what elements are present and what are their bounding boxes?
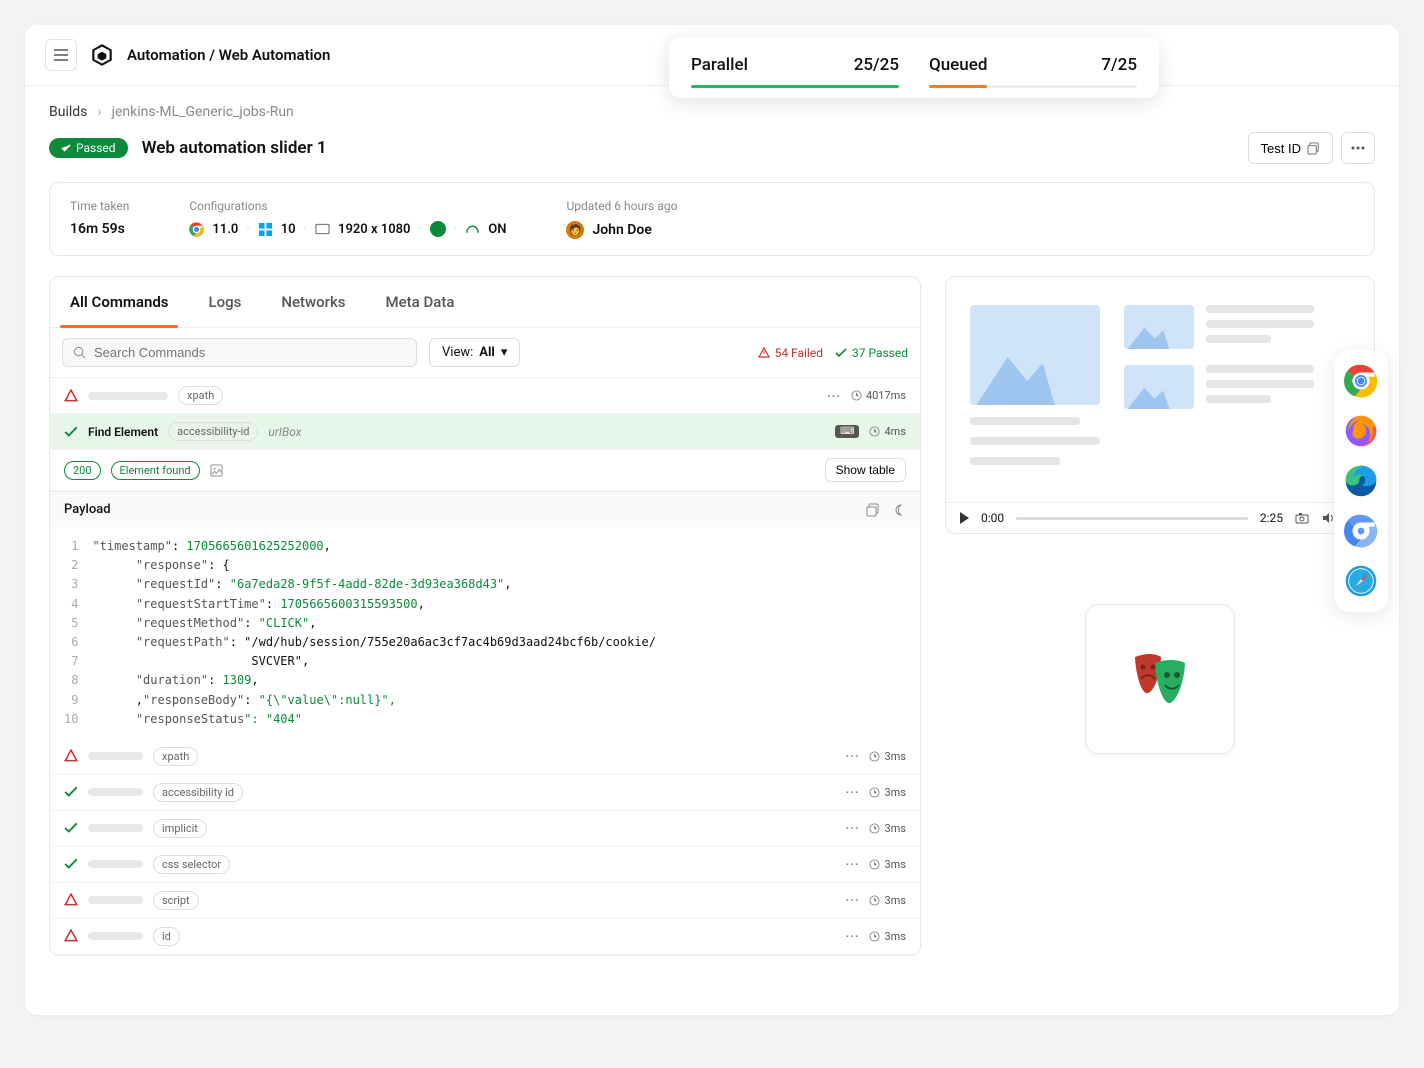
video-seek[interactable] — [1016, 517, 1248, 520]
tab-all-commands[interactable]: All Commands — [50, 277, 188, 327]
row-menu[interactable]: ··· — [846, 785, 860, 799]
breadcrumb: Builds › jenkins-ML_Generic_jobs-Run — [49, 104, 1375, 120]
check-icon — [64, 857, 78, 871]
warn-icon — [64, 893, 78, 907]
payload-code: 12345678910 "timestamp": 170566560162525… — [50, 527, 920, 739]
camera-icon[interactable] — [1295, 511, 1309, 525]
search-icon — [73, 346, 86, 359]
command-row[interactable]: Find Element accessibility-id urIBox ⌨ 4… — [50, 414, 920, 450]
row-menu[interactable]: ··· — [846, 821, 860, 835]
tab-logs[interactable]: Logs — [188, 277, 261, 327]
check-icon — [64, 785, 78, 799]
firefox-icon[interactable] — [1344, 414, 1378, 448]
warn-icon — [64, 389, 78, 403]
tunnel-icon — [465, 223, 480, 235]
browser-dock — [1334, 350, 1388, 612]
test-id-button[interactable]: Test ID — [1248, 132, 1333, 164]
passed-count: 37 Passed — [835, 346, 908, 360]
hamburger-menu[interactable] — [45, 39, 77, 71]
row-menu[interactable]: ··· — [846, 749, 860, 763]
status-badge: Passed — [49, 138, 128, 158]
tab-networks[interactable]: Networks — [261, 277, 365, 327]
command-row[interactable]: xpath ··· 4017ms — [50, 378, 920, 414]
safari-icon[interactable] — [1344, 564, 1378, 598]
check-icon — [61, 143, 71, 153]
command-row[interactable]: script···3ms — [50, 883, 920, 919]
theater-masks-icon — [1125, 649, 1195, 709]
more-button[interactable] — [1341, 132, 1375, 164]
page-title: Web automation slider 1 — [142, 138, 327, 158]
row-menu[interactable]: ··· — [846, 857, 860, 871]
avatar: 🧑 — [566, 221, 584, 239]
show-table-button[interactable]: Show table — [825, 458, 906, 482]
stat-queued: Queued7/25 — [929, 55, 1137, 88]
meta-panel: Time taken 16m 59s Configurations 11.0 ·… — [49, 182, 1375, 256]
status-dot-icon — [430, 221, 446, 237]
edge-icon[interactable] — [1344, 464, 1378, 498]
row-menu[interactable]: ··· — [846, 893, 860, 907]
keyboard-icon: ⌨ — [835, 425, 859, 438]
stat-parallel: Parallel25/25 — [691, 55, 899, 88]
row-menu[interactable]: ··· — [827, 389, 841, 403]
row-menu[interactable]: ··· — [846, 929, 860, 943]
clock-icon — [869, 895, 880, 906]
volume-icon[interactable] — [1321, 511, 1335, 525]
chromium-icon[interactable] — [1344, 514, 1378, 548]
clock-icon — [869, 751, 880, 762]
warn-icon — [758, 347, 770, 359]
chrome-icon — [189, 222, 204, 237]
mask-card — [1085, 604, 1235, 754]
check-icon — [64, 821, 78, 835]
breadcrumb-current: jenkins-ML_Generic_jobs-Run — [112, 104, 294, 120]
video-preview: 0:00 2:25 — [945, 276, 1375, 534]
dots-icon — [1351, 146, 1365, 150]
play-button[interactable] — [960, 512, 969, 524]
payload-panel: Payload 12345678910 "timestamp": 1705665… — [50, 491, 920, 739]
image-icon[interactable] — [210, 464, 223, 477]
command-subrow: 200 Element found Show table — [50, 450, 920, 491]
command-row[interactable]: id···3ms — [50, 919, 920, 955]
search-input[interactable] — [94, 345, 406, 360]
check-icon — [835, 347, 847, 359]
resolution-icon — [315, 223, 330, 235]
clock-icon — [869, 859, 880, 870]
command-row[interactable]: css selector···3ms — [50, 847, 920, 883]
failed-count: 54 Failed — [758, 346, 823, 360]
placeholder-image — [970, 305, 1100, 405]
chevron-right-icon: › — [97, 104, 101, 120]
command-row[interactable]: accessibility id···3ms — [50, 775, 920, 811]
clock-icon — [869, 787, 880, 798]
copy-icon[interactable] — [866, 503, 880, 517]
view-filter[interactable]: View: All ▾ — [429, 338, 520, 367]
copy-icon — [1307, 142, 1320, 155]
clock-icon — [869, 426, 880, 437]
breadcrumb-root[interactable]: Builds — [49, 104, 87, 120]
command-row[interactable]: implicit···3ms — [50, 811, 920, 847]
warn-icon — [64, 749, 78, 763]
breadcrumb-title: Automation / Web Automation — [127, 46, 330, 64]
clock-icon — [869, 931, 880, 942]
tabs: All Commands Logs Networks Meta Data — [50, 277, 920, 328]
moon-icon[interactable] — [892, 503, 906, 517]
search-input-wrap[interactable] — [62, 338, 417, 367]
command-row[interactable]: xpath···3ms — [50, 739, 920, 775]
chrome-icon[interactable] — [1344, 364, 1378, 398]
clock-icon — [851, 390, 862, 401]
logo-icon — [89, 42, 115, 68]
tab-metadata[interactable]: Meta Data — [366, 277, 475, 327]
warn-icon — [64, 929, 78, 943]
check-icon — [64, 425, 78, 439]
windows-icon — [258, 222, 273, 237]
clock-icon — [869, 823, 880, 834]
chevron-down-icon: ▾ — [501, 345, 508, 360]
stats-card: Parallel25/25 Queued7/25 — [669, 37, 1159, 98]
